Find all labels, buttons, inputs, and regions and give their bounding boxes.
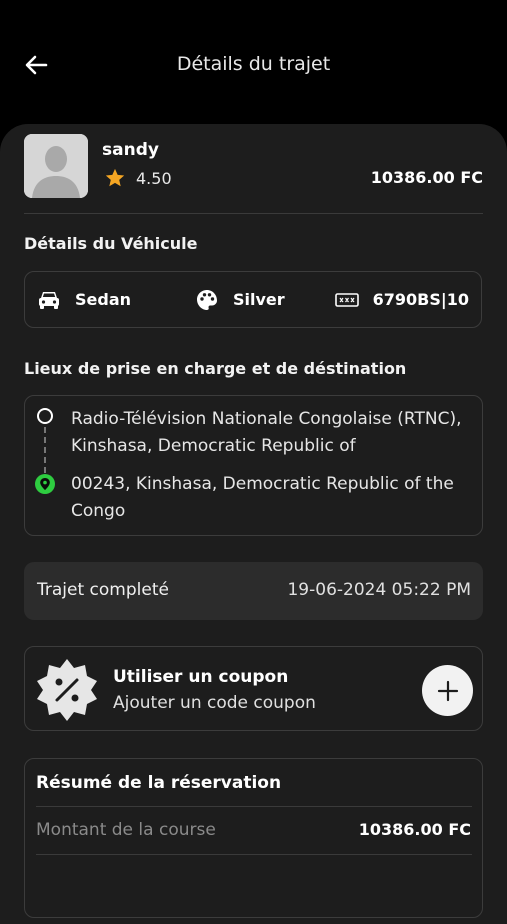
star-icon xyxy=(105,168,125,187)
pickup-circle-icon xyxy=(37,408,53,424)
vehicle-color: Silver xyxy=(195,272,285,327)
add-coupon-button[interactable] xyxy=(422,665,473,716)
car-icon xyxy=(39,291,59,309)
trip-date: 19-06-2024 05:22 PM xyxy=(287,580,471,600)
coupon-subtitle: Ajouter un code coupon xyxy=(113,693,316,713)
trip-status-bar: Trajet completé 19-06-2024 05:22 PM xyxy=(24,562,483,620)
vehicle-details-card: Sedan Silver 6790BS|10 xyxy=(24,271,482,328)
booking-summary-card: Résumé de la réservation Montant de la c… xyxy=(24,758,483,918)
palette-icon xyxy=(197,289,217,310)
divider xyxy=(36,854,472,855)
pickup-address: Radio-Télévision Nationale Congolaise (R… xyxy=(71,409,462,456)
locations-section-title: Lieux de prise en charge et de déstinati… xyxy=(24,359,407,378)
rating-value: 4.50 xyxy=(136,168,172,188)
locations-card: Radio-Télévision Nationale Congolaise (R… xyxy=(24,395,483,536)
vehicle-plate: 6790BS|10 xyxy=(334,272,469,327)
license-plate-icon xyxy=(334,292,359,307)
vehicle-plate-label: 6790BS|10 xyxy=(372,290,469,309)
vehicle-color-label: Silver xyxy=(233,290,285,309)
page-title: Détails du trajet xyxy=(176,53,331,75)
fare-value: 10386.00 FC xyxy=(358,820,471,839)
route-dashed-line xyxy=(44,427,46,473)
discount-badge-icon xyxy=(37,659,97,721)
top-bar: Détails du trajet xyxy=(0,0,507,124)
vehicle-type: Sedan xyxy=(37,272,131,327)
vehicle-section-title: Détails du Véhicule xyxy=(24,234,198,253)
driver-name: sandy xyxy=(102,140,159,160)
vehicle-type-label: Sedan xyxy=(75,290,132,309)
summary-title: Résumé de la réservation xyxy=(36,773,282,793)
coupon-title: Utiliser un coupon xyxy=(113,667,289,687)
divider xyxy=(24,213,483,214)
divider xyxy=(36,806,472,807)
location-pin-icon xyxy=(35,474,55,494)
plus-icon xyxy=(437,680,458,701)
driver-rating: 4.50 xyxy=(104,167,172,189)
trip-status-label: Trajet completé xyxy=(37,580,169,600)
fare-label: Montant de la course xyxy=(36,820,216,840)
trip-price: 10386.00 FC xyxy=(370,168,483,187)
driver-avatar xyxy=(24,134,88,198)
dropoff-address: 00243, Kinshasa, Democratic Republic of … xyxy=(71,474,454,521)
coupon-card[interactable]: Utiliser un coupon Ajouter un code coupo… xyxy=(24,646,483,731)
avatar-placeholder-icon xyxy=(24,134,88,198)
